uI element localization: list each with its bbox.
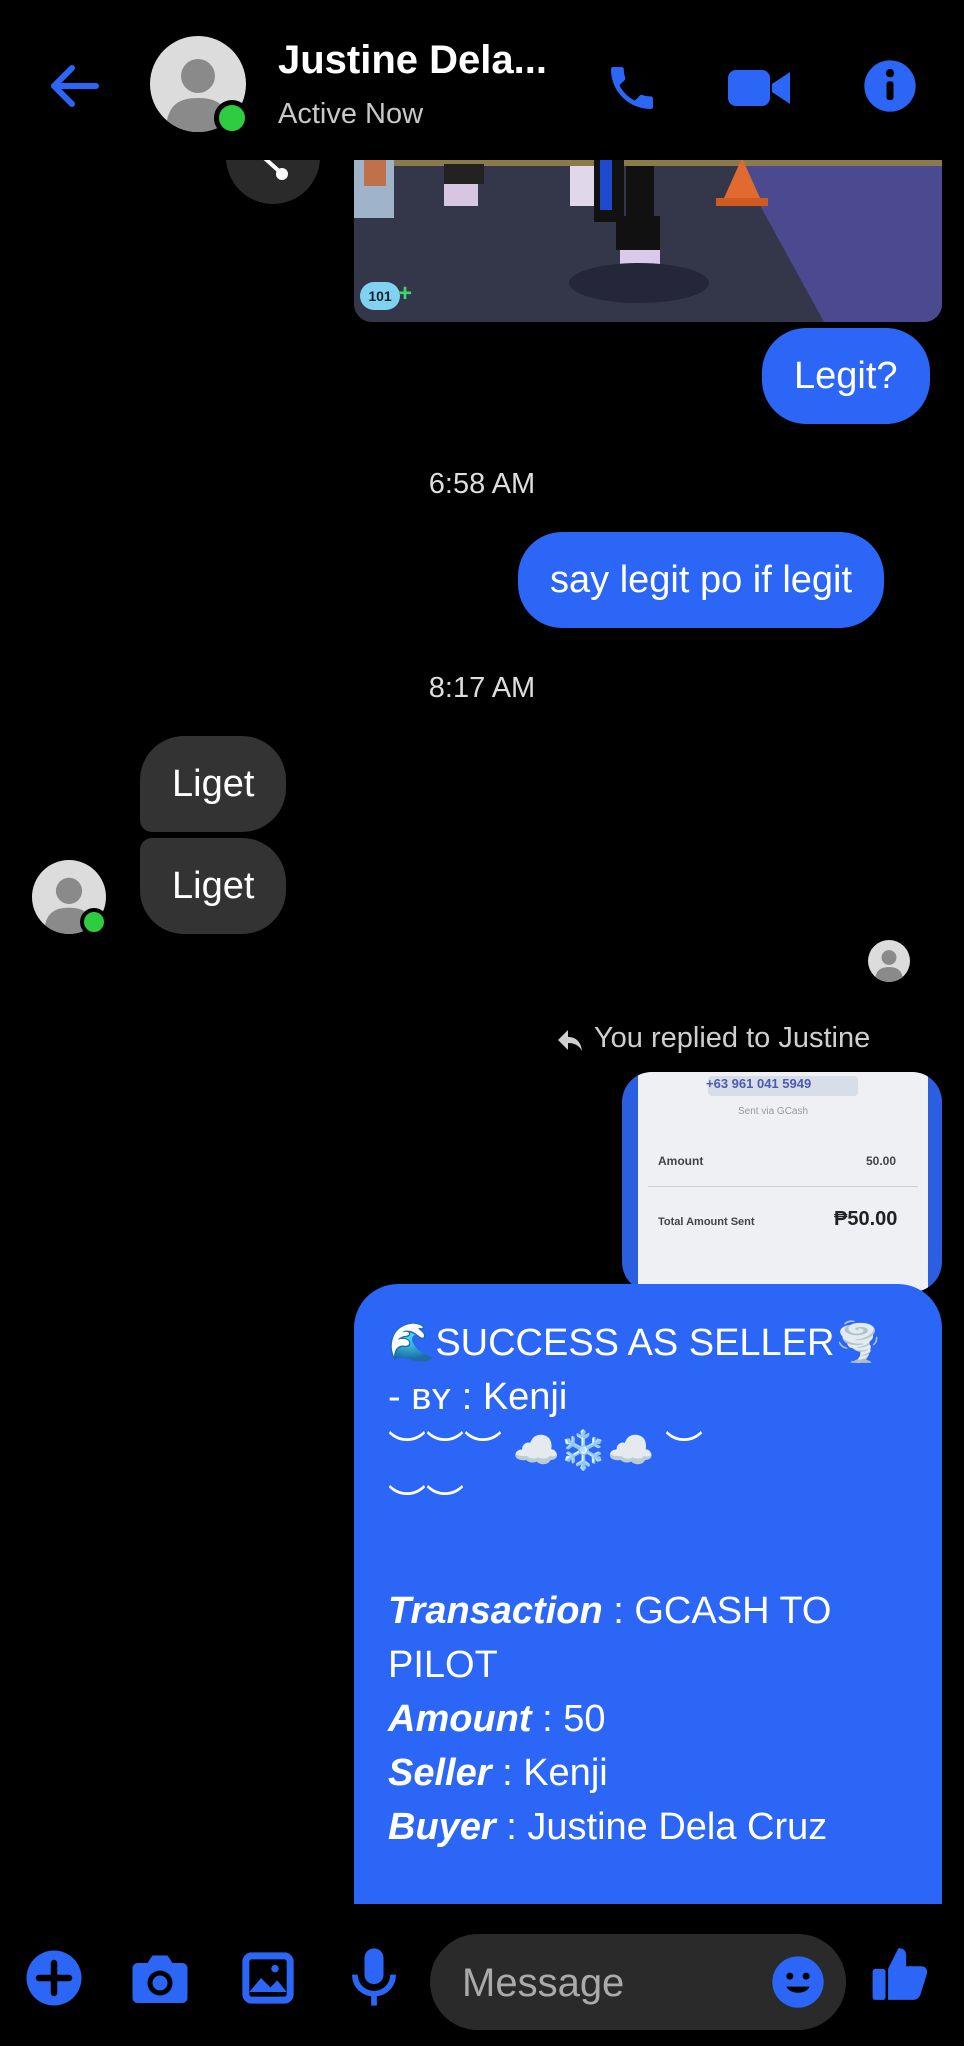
seller-label: Seller: [388, 1752, 492, 1794]
amount-label: Amount: [388, 1698, 532, 1740]
gcash-receipt: +63 961 041 5949 Sent via GCash Amount 5…: [638, 1072, 928, 1292]
online-indicator: [214, 100, 250, 136]
replied-image[interactable]: +63 961 041 5949 Sent via GCash Amount 5…: [622, 1072, 942, 1292]
seen-avatar: [868, 940, 910, 982]
info-icon[interactable]: [862, 58, 918, 114]
buyer-value: : Justine Dela Cruz: [495, 1806, 828, 1848]
thumbs-up-icon[interactable]: [870, 1942, 932, 2006]
message-input-wrapper: [430, 1934, 846, 2032]
gallery-icon[interactable]: [240, 1950, 296, 2006]
success-line-4: ︶︶: [388, 1484, 465, 1526]
reply-context: You replied to Justine: [594, 1022, 871, 1054]
contact-name[interactable]: Justine Dela...: [278, 38, 547, 83]
contact-status: Active Now: [278, 98, 424, 130]
amount-row: Amount : 50: [388, 1692, 908, 1746]
receipt-total-label: Total Amount Sent: [658, 1216, 755, 1228]
reply-icon: [558, 1030, 582, 1051]
transaction-row: Transaction : GCASH TO PILOT: [388, 1584, 908, 1692]
seller-value: : Kenji: [491, 1752, 608, 1794]
game-badge: 101: [360, 282, 400, 310]
back-arrow-icon[interactable]: [44, 60, 104, 112]
amount-value: : 50: [531, 1698, 606, 1740]
receipt-amount-label: Amount: [658, 1154, 704, 1168]
success-line-3: ︶︶︶ ☁️❄️☁️ ︶: [388, 1430, 704, 1472]
microphone-icon[interactable]: [350, 1946, 398, 2008]
chat-header: Justine Dela... Active Now: [0, 0, 964, 160]
transaction-label: Transaction: [388, 1590, 603, 1632]
receipt-total-value: ₱50.00: [834, 1208, 898, 1230]
receipt-sent-via: Sent via GCash: [738, 1106, 809, 1117]
receipt-amount-value: 50.00: [866, 1154, 897, 1168]
buyer-label: Buyer: [388, 1806, 496, 1848]
seller-row: Seller : Kenji: [388, 1746, 908, 1800]
online-indicator: [80, 908, 108, 936]
plus-circle-icon[interactable]: [24, 1948, 84, 2008]
success-line-2: - ʙʏ : Kenji: [388, 1376, 568, 1418]
success-line-1: 🌊SUCCESS AS SELLER🌪️: [388, 1322, 882, 1364]
message-incoming[interactable]: Liget: [140, 736, 287, 832]
camera-icon[interactable]: [130, 1950, 190, 2006]
buyer-row: Buyer : Justine Dela Cruz: [388, 1800, 908, 1854]
timestamp: 6:58 AM: [428, 468, 536, 500]
shared-game-image[interactable]: 101 +: [354, 158, 942, 322]
plus-icon: +: [398, 280, 413, 307]
message-outgoing[interactable]: say legit po if legit: [518, 532, 885, 628]
message-input[interactable]: [460, 1934, 764, 2032]
message-outgoing-success[interactable]: 🌊SUCCESS AS SELLER🌪️ - ʙʏ : Kenji ︶︶︶ ☁️…: [354, 1284, 942, 1904]
phone-call-icon[interactable]: [604, 60, 660, 116]
emoji-icon[interactable]: [770, 1954, 826, 2010]
game-scene-image: [354, 158, 942, 322]
message-incoming[interactable]: Liget: [140, 838, 287, 934]
default-avatar-icon: [875, 950, 903, 982]
message-outgoing[interactable]: Legit?: [762, 328, 930, 424]
video-call-icon[interactable]: [726, 64, 794, 112]
timestamp: 8:17 AM: [428, 672, 536, 704]
receipt-phone: +63 961 041 5949: [706, 1076, 812, 1091]
